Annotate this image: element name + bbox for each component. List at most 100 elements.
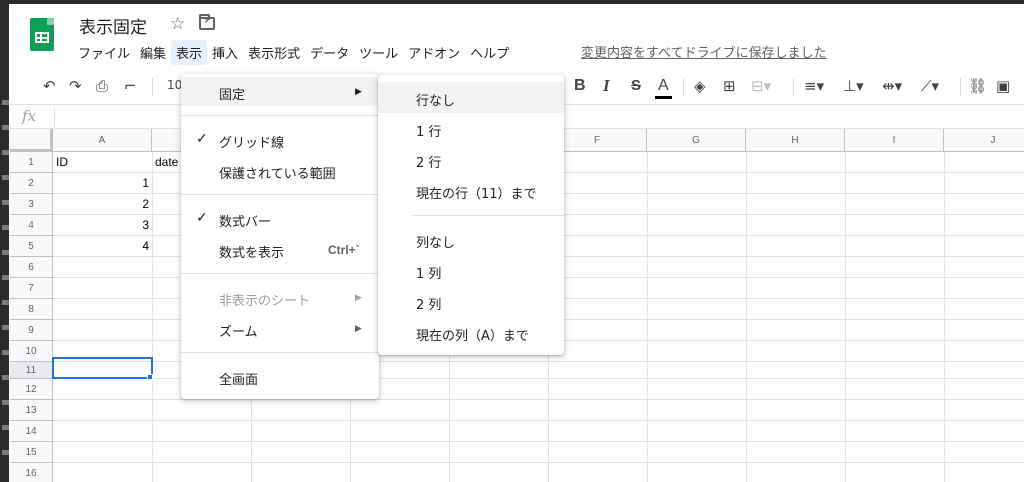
redo-icon[interactable]: ↷ [69, 77, 82, 95]
strikethrough-button[interactable]: S [631, 77, 641, 95]
cell-b1[interactable]: date [155, 155, 178, 169]
toolbar-divider [960, 78, 961, 96]
move-to-folder-icon[interactable] [199, 13, 215, 30]
submenu-arrow-icon: ▶ [355, 87, 362, 97]
vertical-align-icon[interactable]: ⊥▾ [843, 77, 864, 95]
insert-comment-icon[interactable]: ▣ [996, 77, 1010, 95]
fx-label: fx [22, 107, 37, 125]
menu-help[interactable]: ヘルプ [465, 40, 514, 65]
view-menu-gridlines[interactable]: ✓ グリッド線 [181, 126, 379, 154]
freeze-no-columns[interactable]: 列なし [378, 226, 564, 254]
fill-color-icon[interactable]: ◈ [694, 77, 706, 95]
menu-view[interactable]: 表示 [171, 39, 208, 65]
row-header-13[interactable]: 13 [10, 400, 53, 421]
table-row [53, 463, 1024, 482]
save-status-link[interactable]: 変更内容をすべてドライブに保存しました [581, 42, 827, 61]
horizontal-align-icon[interactable]: ≡▾ [804, 77, 824, 95]
table-row [53, 400, 1024, 421]
text-wrap-icon[interactable]: ⇹▾ [882, 77, 902, 95]
background-window-edge [0, 0, 9, 482]
row-header-1[interactable]: 1 [10, 152, 53, 173]
select-all-corner[interactable] [10, 129, 53, 152]
freeze-two-rows[interactable]: 2 行 [378, 146, 564, 174]
freeze-up-to-row[interactable]: 現在の行（11）まで [378, 177, 564, 205]
view-menu-full-screen[interactable]: 全画面 [181, 363, 379, 391]
print-icon[interactable]: ⎙ [96, 77, 108, 95]
toolbar-divider [793, 78, 794, 96]
submenu-arrow-icon: ▶ [355, 324, 362, 334]
formula-divider [54, 108, 55, 126]
cell-a4[interactable]: 3 [53, 218, 149, 232]
freeze-one-row[interactable]: 1 行 [378, 115, 564, 143]
submenu-arrow-icon: ▶ [355, 293, 362, 303]
one-column-label: 1 列 [416, 267, 442, 282]
borders-icon[interactable]: ⊞ [723, 77, 736, 95]
row-header-10[interactable]: 10 [10, 341, 53, 362]
row-header-16[interactable]: 16 [10, 463, 53, 482]
up-to-column-label: 現在の列（A）まで [416, 329, 529, 344]
menu-divider [181, 115, 379, 116]
row-header-4[interactable]: 4 [10, 215, 53, 236]
no-rows-label: 行なし [416, 94, 456, 109]
freeze-one-column[interactable]: 1 列 [378, 257, 564, 285]
column-header-a[interactable]: A [53, 129, 152, 152]
view-menu-show-formulas[interactable]: 数式を表示 Ctrl+` [181, 236, 379, 264]
cell-a3[interactable]: 2 [53, 197, 149, 211]
row-header-6[interactable]: 6 [10, 257, 53, 278]
menu-divider [181, 194, 379, 195]
one-row-label: 1 行 [416, 125, 442, 140]
cell-a5[interactable]: 4 [53, 239, 149, 253]
undo-icon[interactable]: ↶ [43, 77, 56, 95]
hidden-sheets-label: 非表示のシート [219, 294, 311, 309]
row-header-8[interactable]: 8 [10, 299, 53, 320]
row-header-9[interactable]: 9 [10, 320, 53, 341]
column-header-i[interactable]: I [845, 129, 944, 152]
star-icon[interactable]: ☆ [170, 14, 185, 34]
row-header-7[interactable]: 7 [10, 278, 53, 299]
view-menu-protected-ranges[interactable]: 保護されている範囲 [181, 157, 379, 185]
selected-cell-a11[interactable] [52, 357, 153, 379]
column-header-h[interactable]: H [746, 129, 845, 152]
column-header-j[interactable]: J [944, 129, 1024, 152]
cell-a1[interactable]: ID [56, 155, 68, 169]
menu-divider [181, 273, 379, 274]
view-menu-zoom[interactable]: ズーム ▶ [181, 315, 379, 343]
text-color-button[interactable]: A [655, 77, 672, 99]
cell-a2[interactable]: 1 [53, 176, 149, 190]
row-header-5[interactable]: 5 [10, 236, 53, 257]
menu-insert[interactable]: 挿入 [207, 40, 243, 65]
menu-addons[interactable]: アドオン [403, 40, 465, 65]
insert-link-icon[interactable]: ⛓ [968, 77, 987, 95]
merge-cells-icon[interactable]: ⊟▾ [751, 77, 771, 95]
row-header-12[interactable]: 12 [10, 379, 53, 400]
sheets-logo-icon[interactable] [30, 18, 54, 51]
view-menu-formula-bar[interactable]: ✓ 数式バー [181, 205, 379, 233]
row-header-11[interactable]: 11 [10, 362, 53, 379]
freeze-up-to-column[interactable]: 現在の列（A）まで [378, 319, 564, 347]
two-columns-label: 2 列 [416, 298, 442, 313]
row-header-15[interactable]: 15 [10, 442, 53, 463]
column-header-g[interactable]: G [647, 129, 746, 152]
menu-data[interactable]: データ [305, 40, 354, 65]
row-header-3[interactable]: 3 [10, 194, 53, 215]
toolbar-divider [152, 78, 153, 96]
freeze-two-columns[interactable]: 2 列 [378, 288, 564, 316]
up-to-row-label: 現在の行（11）まで [416, 187, 537, 202]
bold-button[interactable]: B [574, 77, 586, 95]
paint-format-icon[interactable]: ⌐ [124, 77, 137, 95]
row-header-14[interactable]: 14 [10, 421, 53, 442]
fill-handle[interactable] [147, 374, 153, 380]
view-menu-freeze[interactable]: 固定 ▶ [181, 77, 379, 106]
menu-format[interactable]: 表示形式 [243, 40, 305, 65]
document-title[interactable]: 表示固定 [79, 13, 147, 38]
row-header-2[interactable]: 2 [10, 173, 53, 194]
menu-file[interactable]: ファイル [73, 40, 135, 65]
menu-tools[interactable]: ツール [354, 40, 403, 65]
show-formulas-shortcut: Ctrl+` [328, 243, 360, 257]
text-rotation-icon[interactable]: ⟋▾ [921, 77, 939, 95]
table-row [53, 442, 1024, 463]
freeze-no-rows[interactable]: 行なし [378, 82, 564, 113]
italic-button[interactable]: I [603, 77, 610, 95]
menu-edit[interactable]: 編集 [135, 40, 171, 65]
show-formulas-label: 数式を表示 [219, 246, 285, 261]
